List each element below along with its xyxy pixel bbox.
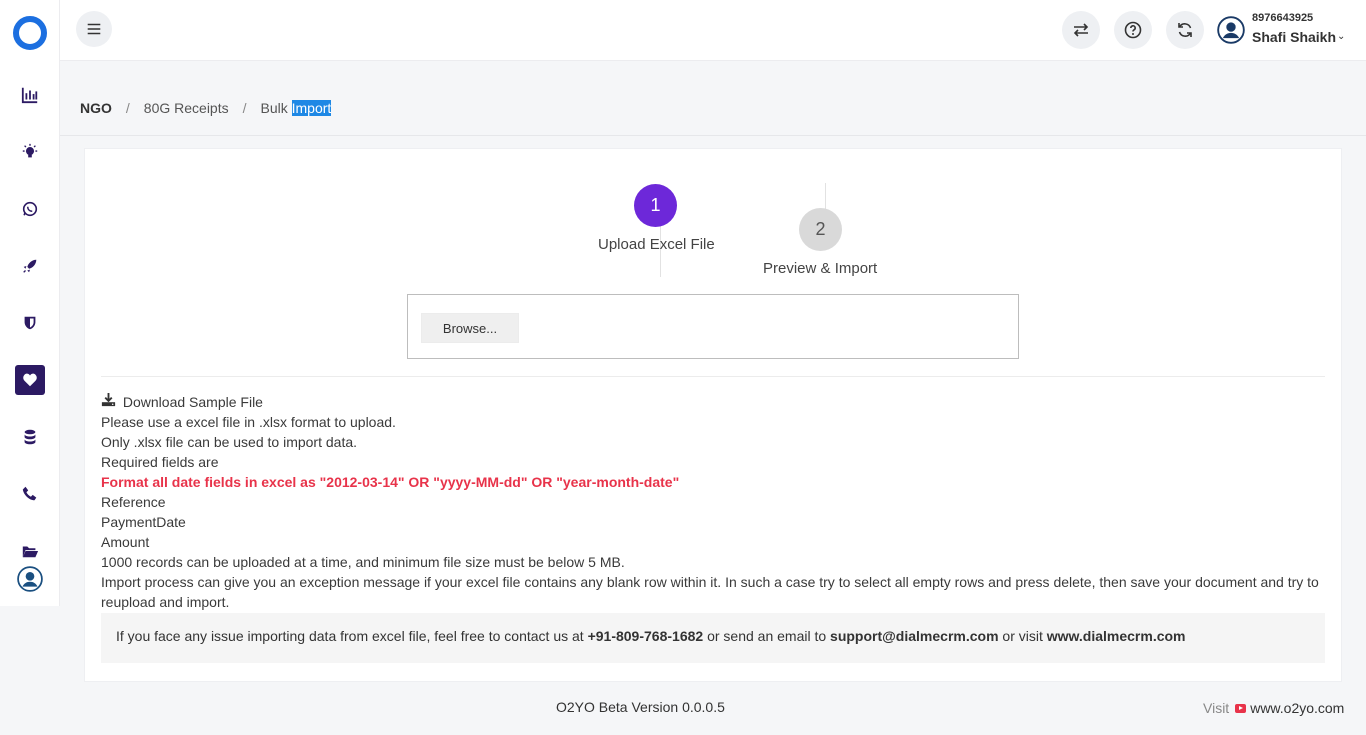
step-1-label: Upload Excel File — [598, 236, 715, 253]
step-1-indicator[interactable]: 1 — [634, 184, 677, 227]
download-sample-label[interactable]: Download Sample File — [123, 394, 263, 410]
file-upload-input[interactable]: Browse... — [407, 294, 1019, 359]
help-icon[interactable] — [1114, 11, 1152, 49]
breadcrumb-divider — [60, 135, 1366, 136]
top-bar: 8976643925 Shafi Shaikh ⌄ — [60, 0, 1366, 61]
bulk-import-card: 1 Upload Excel File 2 Preview & Import B… — [84, 148, 1342, 682]
required-field: Reference — [101, 494, 166, 510]
breadcrumb-separator: / — [242, 100, 247, 116]
contact-email: support@dialmecrm.com — [830, 628, 999, 644]
instruction-line: Required fields are — [101, 454, 219, 470]
instruction-line: Please use a excel file in .xlsx format … — [101, 414, 396, 430]
shield-icon[interactable] — [15, 308, 45, 338]
whatsapp-icon[interactable] — [15, 194, 45, 224]
user-name[interactable]: Shafi Shaikh — [1252, 29, 1336, 45]
contact-text: or visit — [998, 628, 1047, 644]
youtube-icon — [1235, 703, 1247, 713]
footer-visit-link[interactable]: Visit www.o2yo.com — [1203, 700, 1344, 716]
step-2-label: Preview & Import — [763, 260, 878, 277]
browse-button[interactable]: Browse... — [421, 313, 519, 343]
app-logo[interactable] — [13, 16, 47, 50]
sidebar — [0, 0, 60, 606]
instruction-note: 1000 records can be uploaded at a time, … — [101, 554, 625, 570]
heart-icon[interactable] — [15, 365, 45, 395]
switch-arrows-icon[interactable] — [1062, 11, 1100, 49]
contact-phone: +91-809-768-1682 — [587, 628, 704, 644]
step-2-indicator[interactable]: 2 — [799, 208, 842, 251]
rocket-icon[interactable] — [15, 251, 45, 281]
import-instructions: Download Sample File Please use a excel … — [101, 392, 1325, 612]
visit-url[interactable]: www.o2yo.com — [1250, 700, 1344, 716]
breadcrumb-separator: / — [125, 100, 130, 116]
breadcrumb-item-ngo[interactable]: NGO — [80, 100, 112, 116]
breadcrumb-item-import-highlighted: Import — [291, 100, 332, 116]
contact-text: If you face any issue importing data fro… — [116, 628, 588, 644]
instruction-note: Import process can give you an exception… — [101, 574, 1319, 610]
required-field: Amount — [101, 534, 150, 550]
breadcrumb-item-bulk: Bulk — [260, 100, 288, 116]
contact-website: www.dialmecrm.com — [1046, 628, 1186, 644]
download-icon — [101, 392, 116, 407]
download-sample-link[interactable]: Download Sample File — [101, 392, 1325, 412]
user-phone: 8976643925 — [1252, 12, 1314, 24]
lightbulb-icon[interactable] — [15, 137, 45, 167]
breadcrumb-item-80g-receipts[interactable]: 80G Receipts — [144, 100, 229, 116]
bar-chart-icon[interactable] — [15, 80, 45, 110]
date-format-warning: Format all date fields in excel as "2012… — [101, 474, 680, 490]
database-icon[interactable] — [15, 422, 45, 452]
hamburger-menu-icon[interactable] — [76, 11, 112, 47]
chevron-down-icon[interactable]: ⌄ — [1337, 31, 1345, 42]
contact-support-box: If you face any issue importing data fro… — [101, 613, 1325, 663]
user-avatar-icon[interactable] — [1217, 16, 1245, 44]
footer-version: O2YO Beta Version 0.0.0.5 — [556, 699, 725, 715]
phone-icon[interactable] — [15, 479, 45, 509]
breadcrumb: NGO / 80G Receipts / Bulk Import — [80, 100, 332, 116]
instruction-line: Only .xlsx file can be used to import da… — [101, 434, 358, 450]
divider — [101, 376, 1325, 377]
contact-text: or send an email to — [703, 628, 831, 644]
visit-label: Visit — [1203, 700, 1230, 716]
refresh-icon[interactable] — [1166, 11, 1204, 49]
required-field: PaymentDate — [101, 514, 186, 530]
profile-avatar-icon[interactable] — [15, 564, 45, 594]
folder-open-icon[interactable] — [15, 536, 45, 566]
